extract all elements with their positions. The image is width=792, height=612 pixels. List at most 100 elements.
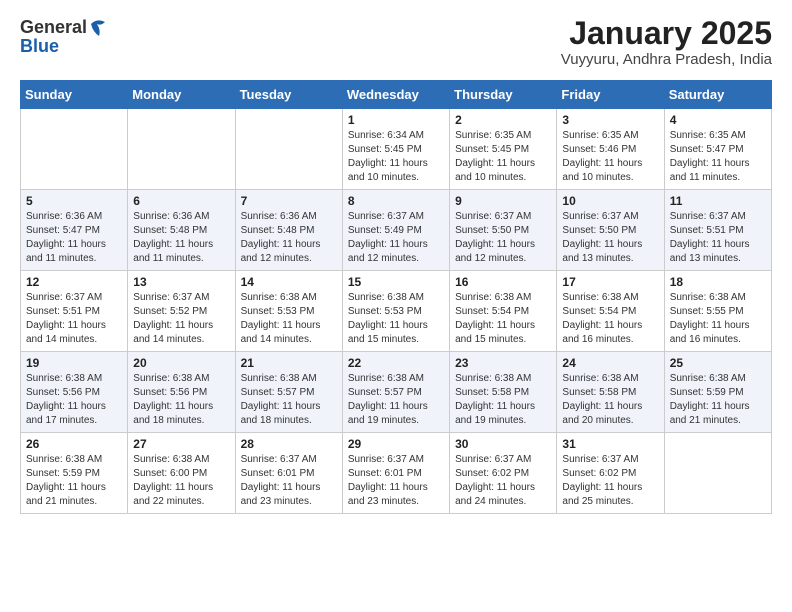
col-wednesday: Wednesday xyxy=(342,81,449,109)
calendar-week-row: 19 Sunrise: 6:38 AM Sunset: 5:56 PM Dayli… xyxy=(21,352,772,433)
calendar-cell: 5 Sunrise: 6:36 AM Sunset: 5:47 PM Daylig… xyxy=(21,190,128,271)
col-thursday: Thursday xyxy=(450,81,557,109)
day-info: Sunrise: 6:37 AM Sunset: 5:50 PM Dayligh… xyxy=(562,210,658,266)
calendar-cell: 28 Sunrise: 6:37 AM Sunset: 6:01 PM Dayli… xyxy=(235,433,342,514)
calendar-cell: 19 Sunrise: 6:38 AM Sunset: 5:56 PM Dayli… xyxy=(21,352,128,433)
calendar-cell: 17Sunrise: 6:38 AM Sunset: 5:54 PM Dayli… xyxy=(557,271,664,352)
logo-general-text: General xyxy=(20,17,87,38)
calendar-cell xyxy=(664,433,771,514)
calendar-cell: 12Sunrise: 6:37 AM Sunset: 5:51 PM Dayli… xyxy=(21,271,128,352)
calendar-cell: 10 Sunrise: 6:37 AM Sunset: 5:50 PM Dayli… xyxy=(557,190,664,271)
day-number: 29 xyxy=(348,437,444,451)
calendar-cell: 25 Sunrise: 6:38 AM Sunset: 5:59 PM Dayli… xyxy=(664,352,771,433)
day-number: 28 xyxy=(241,437,337,451)
day-number: 25 xyxy=(670,356,766,370)
day-info: Sunrise: 6:38 AM Sunset: 5:59 PM Dayligh… xyxy=(26,453,122,509)
day-info: Sunrise: 6:37 AM Sunset: 5:51 PM Dayligh… xyxy=(26,291,122,347)
day-number: 11 xyxy=(670,194,766,208)
day-info: Sunrise: 6:38 AM Sunset: 5:57 PM Dayligh… xyxy=(348,372,444,428)
calendar-cell: 11 Sunrise: 6:37 AM Sunset: 5:51 PM Dayli… xyxy=(664,190,771,271)
calendar-cell: 24 Sunrise: 6:38 AM Sunset: 5:58 PM Dayli… xyxy=(557,352,664,433)
day-info: Sunrise: 6:36 AM Sunset: 5:48 PM Dayligh… xyxy=(133,210,229,266)
header-row: Sunday Monday Tuesday Wednesday Thursday… xyxy=(21,81,772,109)
calendar-cell: 29 Sunrise: 6:37 AM Sunset: 6:01 PM Dayli… xyxy=(342,433,449,514)
col-saturday: Saturday xyxy=(664,81,771,109)
day-info: Sunrise: 6:35 AM Sunset: 5:47 PM Dayligh… xyxy=(670,129,766,185)
calendar-cell: 1 Sunrise: 6:34 AM Sunset: 5:45 PM Daylig… xyxy=(342,109,449,190)
calendar-week-row: 26Sunrise: 6:38 AM Sunset: 5:59 PM Dayli… xyxy=(21,433,772,514)
day-info: Sunrise: 6:34 AM Sunset: 5:45 PM Dayligh… xyxy=(348,129,444,185)
day-number: 23 xyxy=(455,356,551,370)
day-number: 19 xyxy=(26,356,122,370)
day-number: 13 xyxy=(133,275,229,289)
col-monday: Monday xyxy=(128,81,235,109)
day-number: 22 xyxy=(348,356,444,370)
day-number: 27 xyxy=(133,437,229,451)
logo: General Blue xyxy=(20,16,107,57)
day-number: 1 xyxy=(348,113,444,127)
calendar-cell: 16Sunrise: 6:38 AM Sunset: 5:54 PM Dayli… xyxy=(450,271,557,352)
day-info: Sunrise: 6:38 AM Sunset: 5:56 PM Dayligh… xyxy=(26,372,122,428)
page: General Blue January 2025 Vuyyuru, Andhr… xyxy=(0,0,792,612)
day-info: Sunrise: 6:35 AM Sunset: 5:45 PM Dayligh… xyxy=(455,129,551,185)
calendar-cell: 26Sunrise: 6:38 AM Sunset: 5:59 PM Dayli… xyxy=(21,433,128,514)
col-sunday: Sunday xyxy=(21,81,128,109)
day-number: 3 xyxy=(562,113,658,127)
day-number: 24 xyxy=(562,356,658,370)
day-number: 9 xyxy=(455,194,551,208)
day-number: 30 xyxy=(455,437,551,451)
calendar-cell: 22 Sunrise: 6:38 AM Sunset: 5:57 PM Dayli… xyxy=(342,352,449,433)
day-number: 18 xyxy=(670,275,766,289)
header: General Blue January 2025 Vuyyuru, Andhr… xyxy=(20,16,772,68)
day-number: 20 xyxy=(133,356,229,370)
calendar-cell: 3 Sunrise: 6:35 AM Sunset: 5:46 PM Daylig… xyxy=(557,109,664,190)
calendar-table: Sunday Monday Tuesday Wednesday Thursday… xyxy=(20,80,772,514)
day-info: Sunrise: 6:38 AM Sunset: 5:58 PM Dayligh… xyxy=(562,372,658,428)
day-info: Sunrise: 6:36 AM Sunset: 5:48 PM Dayligh… xyxy=(241,210,337,266)
day-info: Sunrise: 6:36 AM Sunset: 5:47 PM Dayligh… xyxy=(26,210,122,266)
day-info: Sunrise: 6:37 AM Sunset: 6:02 PM Dayligh… xyxy=(455,453,551,509)
day-info: Sunrise: 6:37 AM Sunset: 6:01 PM Dayligh… xyxy=(241,453,337,509)
calendar-cell: 13Sunrise: 6:37 AM Sunset: 5:52 PM Dayli… xyxy=(128,271,235,352)
day-number: 5 xyxy=(26,194,122,208)
day-info: Sunrise: 6:38 AM Sunset: 5:59 PM Dayligh… xyxy=(670,372,766,428)
calendar-cell: 4 Sunrise: 6:35 AM Sunset: 5:47 PM Daylig… xyxy=(664,109,771,190)
calendar-cell: 7Sunrise: 6:36 AM Sunset: 5:48 PM Daylig… xyxy=(235,190,342,271)
day-info: Sunrise: 6:37 AM Sunset: 5:51 PM Dayligh… xyxy=(670,210,766,266)
calendar-cell: 6 Sunrise: 6:36 AM Sunset: 5:48 PM Daylig… xyxy=(128,190,235,271)
day-info: Sunrise: 6:38 AM Sunset: 5:54 PM Dayligh… xyxy=(562,291,658,347)
day-info: Sunrise: 6:37 AM Sunset: 6:02 PM Dayligh… xyxy=(562,453,658,509)
day-number: 21 xyxy=(241,356,337,370)
day-info: Sunrise: 6:38 AM Sunset: 5:53 PM Dayligh… xyxy=(241,291,337,347)
day-number: 4 xyxy=(670,113,766,127)
day-number: 16 xyxy=(455,275,551,289)
calendar-cell: 20 Sunrise: 6:38 AM Sunset: 5:56 PM Dayli… xyxy=(128,352,235,433)
calendar-cell: 2 Sunrise: 6:35 AM Sunset: 5:45 PM Daylig… xyxy=(450,109,557,190)
logo-blue-text: Blue xyxy=(20,36,107,57)
col-friday: Friday xyxy=(557,81,664,109)
calendar-cell: 8Sunrise: 6:37 AM Sunset: 5:49 PM Daylig… xyxy=(342,190,449,271)
day-number: 2 xyxy=(455,113,551,127)
calendar-cell: 21 Sunrise: 6:38 AM Sunset: 5:57 PM Dayli… xyxy=(235,352,342,433)
day-info: Sunrise: 6:37 AM Sunset: 6:01 PM Dayligh… xyxy=(348,453,444,509)
calendar-cell: 9 Sunrise: 6:37 AM Sunset: 5:50 PM Daylig… xyxy=(450,190,557,271)
day-info: Sunrise: 6:35 AM Sunset: 5:46 PM Dayligh… xyxy=(562,129,658,185)
day-number: 15 xyxy=(348,275,444,289)
day-number: 14 xyxy=(241,275,337,289)
calendar-cell: 23Sunrise: 6:38 AM Sunset: 5:58 PM Dayli… xyxy=(450,352,557,433)
calendar-cell xyxy=(128,109,235,190)
calendar-cell: 31Sunrise: 6:37 AM Sunset: 6:02 PM Dayli… xyxy=(557,433,664,514)
day-number: 8 xyxy=(348,194,444,208)
calendar-cell: 30 Sunrise: 6:37 AM Sunset: 6:02 PM Dayli… xyxy=(450,433,557,514)
day-info: Sunrise: 6:37 AM Sunset: 5:50 PM Dayligh… xyxy=(455,210,551,266)
calendar-cell xyxy=(235,109,342,190)
day-number: 6 xyxy=(133,194,229,208)
day-info: Sunrise: 6:38 AM Sunset: 6:00 PM Dayligh… xyxy=(133,453,229,509)
day-number: 10 xyxy=(562,194,658,208)
day-info: Sunrise: 6:38 AM Sunset: 5:57 PM Dayligh… xyxy=(241,372,337,428)
logo-bird-icon xyxy=(89,16,107,38)
calendar-week-row: 1 Sunrise: 6:34 AM Sunset: 5:45 PM Daylig… xyxy=(21,109,772,190)
calendar-title: January 2025 xyxy=(561,16,772,51)
day-info: Sunrise: 6:38 AM Sunset: 5:56 PM Dayligh… xyxy=(133,372,229,428)
col-tuesday: Tuesday xyxy=(235,81,342,109)
